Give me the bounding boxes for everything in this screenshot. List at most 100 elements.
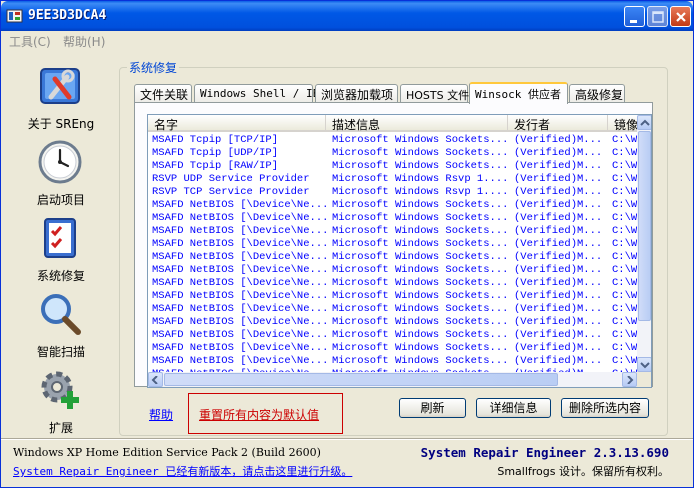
list-item[interactable]: MSAFD NetBIOS [\Device\Ne... Microsoft Wi…: [148, 277, 640, 290]
cell-image: C:\W: [612, 134, 638, 146]
cell-publisher: (Verified)M...: [514, 329, 603, 341]
minimize-button[interactable]: [624, 6, 645, 27]
list-item[interactable]: MSAFD NetBIOS [\Device\Ne... Microsoft Wi…: [148, 316, 640, 329]
scroll-left-button[interactable]: [148, 372, 163, 387]
cell-name: MSAFD NetBIOS [\Device\Ne...: [152, 355, 328, 367]
tab-advanced-repair[interactable]: 高级修复: [569, 84, 625, 103]
list-item[interactable]: MSAFD NetBIOS [\Device\Ne... Microsoft Wi…: [148, 225, 640, 238]
cell-name: MSAFD Tcpip [UDP/IP]: [152, 147, 279, 159]
app-icon: [6, 9, 23, 23]
list-item[interactable]: MSAFD NetBIOS [\Device\Ne... Microsoft Wi…: [148, 238, 640, 251]
list-item[interactable]: MSAFD Tcpip [TCP/IP] Microsoft Windows So…: [148, 134, 640, 147]
list-item[interactable]: MSAFD NetBIOS [\Device\Ne... Microsoft Wi…: [148, 264, 640, 277]
refresh-button[interactable]: 刷新: [399, 398, 466, 418]
list-item[interactable]: MSAFD NetBIOS [\Device\Ne... Microsoft Wi…: [148, 355, 640, 368]
column-header-publisher[interactable]: 发行者: [508, 115, 608, 132]
main-window: 9EE3D3DCA4 工具(C) 帮助(H) 关于 SREng 启动项目 系统修…: [0, 0, 694, 488]
chevron-right-icon: [627, 376, 634, 384]
cell-description: Microsoft Windows Sockets...: [332, 316, 509, 328]
cell-description: Microsoft Windows Sockets...: [332, 264, 509, 276]
cell-image: C:\W: [612, 342, 638, 354]
scroll-right-button[interactable]: [622, 372, 637, 387]
tools-icon: [40, 68, 80, 104]
tab-winsock-providers[interactable]: Winsock 供应者: [469, 82, 568, 104]
cell-publisher: (Verified)M...: [514, 186, 603, 198]
chevron-left-icon: [151, 376, 158, 384]
vertical-scrollbar[interactable]: [637, 115, 651, 372]
details-button[interactable]: 详细信息: [476, 398, 551, 418]
list-body: MSAFD Tcpip [TCP/IP] Microsoft Windows So…: [148, 132, 640, 372]
list-item[interactable]: RSVP UDP Service Provider Microsoft Windo…: [148, 173, 640, 186]
cell-description: Microsoft Windows Sockets...: [332, 290, 509, 302]
horizontal-scroll-thumb[interactable]: [164, 373, 558, 386]
list-item[interactable]: MSAFD Tcpip [UDP/IP] Microsoft Windows So…: [148, 147, 640, 160]
cell-description: Microsoft Windows Sockets...: [332, 160, 509, 172]
group-title: 系统修复: [127, 59, 180, 76]
cell-image: C:\W: [612, 264, 638, 276]
cell-image: C:\W: [612, 238, 638, 250]
cell-description: Microsoft Windows Sockets...: [332, 238, 509, 250]
sidebar-item-label: 关于 SREng: [27, 117, 95, 131]
sidebar-item-scan[interactable]: 智能扫描: [9, 287, 113, 361]
column-header-name[interactable]: 名字: [148, 115, 326, 132]
list-item[interactable]: MSAFD Tcpip [RAW/IP] Microsoft Windows So…: [148, 160, 640, 173]
cell-description: Microsoft Windows Sockets...: [332, 251, 509, 263]
cell-description: Microsoft Windows Sockets...: [332, 199, 509, 211]
list-item[interactable]: MSAFD NetBIOS [\Device\Ne... Microsoft Wi…: [148, 303, 640, 316]
cell-image: C:\W: [612, 212, 638, 224]
cell-name: MSAFD NetBIOS [\Device\Ne...: [152, 277, 328, 289]
list-item[interactable]: MSAFD NetBIOS [\Device\Ne... Microsoft Wi…: [148, 251, 640, 264]
tab-hosts-file[interactable]: HOSTS 文件: [400, 84, 469, 103]
cell-name: RSVP UDP Service Provider: [152, 173, 310, 185]
list-item[interactable]: MSAFD NetBIOS [\Device\Ne... Microsoft Wi…: [148, 212, 640, 225]
cell-image: C:\W: [612, 329, 638, 341]
magnifier-icon: [41, 294, 81, 335]
maximize-button[interactable]: [647, 6, 668, 27]
list-header: 名字 描述信息 发行者 镜像: [148, 115, 648, 132]
cell-description: Microsoft Windows Sockets...: [332, 303, 509, 315]
cell-name: MSAFD NetBIOS [\Device\Ne...: [152, 290, 328, 302]
menu-help[interactable]: 帮助(H): [63, 33, 105, 50]
column-header-description[interactable]: 描述信息: [326, 115, 508, 132]
reset-defaults-link[interactable]: 重置所有内容为默认值: [199, 406, 319, 423]
sidebar-item-extensions[interactable]: 扩展: [9, 363, 113, 437]
cell-image: C:\W: [612, 277, 638, 289]
sidebar-item-about[interactable]: 关于 SREng: [9, 59, 113, 133]
tab-file-association[interactable]: 文件关联: [134, 84, 192, 103]
sidebar: 关于 SREng 启动项目 系统修复 智能扫描 扩展: [9, 55, 113, 435]
list-item[interactable]: RSVP TCP Service Provider Microsoft Windo…: [148, 186, 640, 199]
horizontal-scrollbar[interactable]: [148, 372, 637, 387]
cell-name: MSAFD NetBIOS [\Device\Ne...: [152, 212, 328, 224]
list-item[interactable]: MSAFD NetBIOS [\Device\Ne... Microsoft Wi…: [148, 342, 640, 355]
help-link[interactable]: 帮助: [149, 406, 173, 423]
tab-browser-addons[interactable]: 浏览器加载项: [315, 84, 398, 103]
cell-publisher: (Verified)M...: [514, 147, 603, 159]
cell-image: C:\W: [612, 303, 638, 315]
cell-name: MSAFD NetBIOS [\Device\Ne...: [152, 238, 328, 250]
update-link[interactable]: System Repair Engineer 已经有新版本，请点击这里进行升级。: [13, 463, 352, 479]
tab-windows-shell-ie[interactable]: Windows Shell / IE: [194, 84, 319, 103]
scroll-up-button[interactable]: [637, 115, 651, 130]
cell-name: MSAFD NetBIOS [\Device\Ne...: [152, 225, 328, 237]
cell-image: C:\W: [612, 355, 638, 367]
list-item[interactable]: MSAFD NetBIOS [\Device\Ne... Microsoft Wi…: [148, 199, 640, 212]
menu-tools[interactable]: 工具(C): [9, 33, 51, 50]
cell-image: C:\W: [612, 290, 638, 302]
cell-publisher: (Verified)M...: [514, 199, 603, 211]
copyright-label: Smallfrogs 设计。保留所有权利。: [497, 465, 669, 478]
close-button[interactable]: [670, 6, 691, 27]
sidebar-item-startup[interactable]: 启动项目: [9, 135, 113, 209]
cell-publisher: (Verified)M...: [514, 290, 603, 302]
cell-name: MSAFD Tcpip [TCP/IP]: [152, 134, 279, 146]
cell-publisher: (Verified)M...: [514, 238, 603, 250]
scroll-down-button[interactable]: [637, 357, 651, 372]
delete-selected-button[interactable]: 删除所选内容: [561, 398, 649, 418]
cell-description: Microsoft Windows Sockets...: [332, 147, 509, 159]
winsock-list[interactable]: 名字 描述信息 发行者 镜像 MSAFD Tcpip [TCP/IP] Micro…: [147, 114, 652, 388]
list-item[interactable]: MSAFD NetBIOS [\Device\Ne... Microsoft Wi…: [148, 329, 640, 342]
title-bar[interactable]: 9EE3D3DCA4: [1, 1, 693, 31]
vertical-scroll-thumb[interactable]: [638, 131, 651, 321]
sidebar-item-repair[interactable]: 系统修复: [9, 211, 113, 285]
list-item[interactable]: MSAFD NetBIOS [\Device\Ne... Microsoft Wi…: [148, 290, 640, 303]
cell-image: C:\W: [612, 173, 638, 185]
